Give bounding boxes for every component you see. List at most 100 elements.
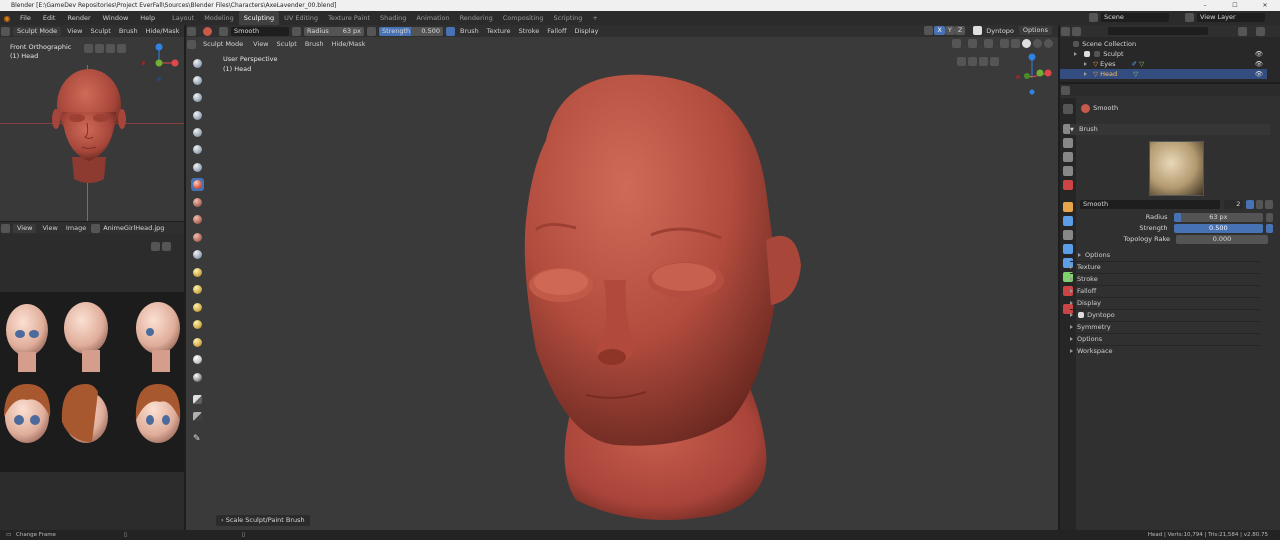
expand-eyes-icon[interactable] bbox=[1084, 62, 1087, 66]
prop-radius-field[interactable]: 63 px bbox=[1173, 212, 1264, 222]
inflate-brush-tool[interactable] bbox=[191, 126, 204, 139]
tab-sculpting[interactable]: Sculpting bbox=[238, 11, 280, 25]
menu-help[interactable]: Help bbox=[134, 11, 161, 25]
tool-menu-falloff[interactable]: Falloff bbox=[543, 25, 570, 37]
tool-menu-brush[interactable]: Brush bbox=[456, 25, 483, 37]
brush-duplicate-icon[interactable] bbox=[1255, 199, 1264, 209]
tab-compositing[interactable]: Compositing bbox=[498, 11, 549, 25]
mirror-z-toggle[interactable]: Z bbox=[954, 26, 966, 35]
section-workspace[interactable]: Workspace bbox=[1070, 345, 1260, 356]
world-tab-icon[interactable] bbox=[1063, 180, 1073, 190]
object-tab-icon[interactable] bbox=[1063, 202, 1073, 212]
image-view-dropdown[interactable]: View bbox=[13, 223, 37, 233]
prop-strength-pressure-icon[interactable] bbox=[1266, 223, 1273, 233]
mask-brush-tool[interactable] bbox=[191, 371, 204, 384]
eyes-visibility-eye-icon[interactable]: 👁 bbox=[1255, 59, 1263, 69]
zoom-icon[interactable] bbox=[117, 44, 126, 53]
clay-strips-tool[interactable] bbox=[191, 91, 204, 104]
camera-icon[interactable] bbox=[95, 44, 104, 53]
flatten-brush-tool[interactable] bbox=[191, 196, 204, 209]
tool-menu-stroke[interactable]: Stroke bbox=[515, 25, 544, 37]
menu-edit[interactable]: Edit bbox=[37, 11, 62, 25]
simplify-brush-tool[interactable] bbox=[191, 353, 204, 366]
small-navigation-gizmo[interactable] bbox=[142, 41, 182, 85]
outliner-scene-collection[interactable]: Scene Collection bbox=[1060, 39, 1267, 49]
add-workspace-button[interactable]: + bbox=[587, 11, 602, 25]
image-editor[interactable]: View View Image AnimeGirlHead.jpg bbox=[0, 222, 184, 530]
thumb-brush-tool[interactable] bbox=[191, 301, 204, 314]
dyntopo-checkbox[interactable] bbox=[973, 26, 983, 35]
mirror-y-toggle[interactable]: Y bbox=[944, 26, 955, 35]
tool-options-dropdown[interactable]: Options bbox=[1018, 26, 1052, 35]
camera-view-icon[interactable] bbox=[968, 57, 977, 66]
small-menu-view[interactable]: View bbox=[63, 25, 86, 37]
menu-sculpt[interactable]: Sculpt bbox=[273, 38, 301, 50]
image-menu-view[interactable]: View bbox=[38, 222, 61, 234]
view-layer-tab-icon[interactable] bbox=[1063, 152, 1073, 162]
outliner-item-head[interactable]: ▽ Head ▽ 👁 bbox=[1060, 69, 1267, 79]
gizmo-toggle-icon[interactable] bbox=[968, 39, 977, 48]
annotate-tool[interactable]: ✎ bbox=[191, 433, 204, 446]
strength-field[interactable]: Strength 0.500 bbox=[379, 26, 443, 36]
image-zoom-icon[interactable] bbox=[162, 242, 171, 251]
small-3d-viewport[interactable]: Sculpt Mode View Sculpt Brush Hide/Mask … bbox=[0, 25, 184, 221]
section-texture[interactable]: Texture bbox=[1070, 261, 1260, 272]
section-display[interactable]: Display bbox=[1070, 297, 1260, 308]
blob-brush-tool[interactable] bbox=[191, 143, 204, 156]
image-editor-type-icon[interactable] bbox=[1, 223, 10, 233]
minimize-button[interactable]: – bbox=[1190, 0, 1220, 11]
editor-type-icon[interactable] bbox=[1, 26, 10, 36]
prop-topology-rake-field[interactable]: 0.000 bbox=[1176, 234, 1268, 244]
expand-head-icon[interactable] bbox=[1084, 72, 1087, 76]
small-menu-sculpt[interactable]: Sculpt bbox=[87, 25, 115, 37]
blender-logo-icon[interactable]: ◉ bbox=[0, 14, 14, 23]
brush-options-subpanel[interactable]: Options bbox=[1078, 250, 1268, 261]
brush-shield-icon[interactable] bbox=[1246, 199, 1254, 209]
section-dyntopo[interactable]: Dyntopo bbox=[1070, 309, 1260, 320]
scene-icon[interactable] bbox=[1089, 13, 1098, 22]
clay-brush-tool[interactable] bbox=[191, 74, 204, 87]
tool-tab-icon[interactable] bbox=[1063, 104, 1073, 114]
brush-name-field[interactable]: Smooth bbox=[231, 26, 289, 36]
hand-pan-icon[interactable] bbox=[106, 44, 115, 53]
viewport-hand-pan-icon[interactable] bbox=[979, 57, 988, 66]
grid-icon[interactable] bbox=[84, 44, 93, 53]
view-layer-icon[interactable] bbox=[1185, 13, 1194, 22]
close-window-button[interactable]: ✕ bbox=[1250, 0, 1280, 11]
prop-strength-field[interactable]: 0.500 bbox=[1173, 223, 1264, 233]
pinch-brush-tool[interactable] bbox=[191, 248, 204, 261]
dyntopo-section-checkbox[interactable] bbox=[1078, 312, 1084, 318]
last-operation-panel[interactable]: › Scale Sculpt/Paint Brush bbox=[216, 515, 310, 526]
fill-brush-tool[interactable] bbox=[191, 213, 204, 226]
menu-brush[interactable]: Brush bbox=[301, 38, 328, 50]
scene-selector[interactable]: Scene bbox=[1101, 13, 1169, 22]
outliner-display-mode-icon[interactable] bbox=[1072, 26, 1081, 36]
brush-section-header[interactable]: ▼ Brush bbox=[1070, 124, 1270, 135]
brush-browse-icon[interactable] bbox=[219, 26, 228, 36]
image-hand-pan-icon[interactable] bbox=[151, 242, 160, 251]
outliner-search-input[interactable] bbox=[1108, 27, 1208, 35]
layer-brush-tool[interactable] bbox=[191, 109, 204, 122]
tool-menu-display[interactable]: Display bbox=[570, 25, 602, 37]
scene-tab-icon[interactable] bbox=[1063, 166, 1073, 176]
sculpt-checkbox-icon[interactable] bbox=[1084, 51, 1091, 57]
tool-menu-texture[interactable]: Texture bbox=[483, 25, 515, 37]
outliner-new-collection-icon[interactable] bbox=[1256, 26, 1265, 36]
object-types-icon[interactable] bbox=[952, 39, 961, 48]
outliner-filter-icon[interactable] bbox=[1238, 26, 1247, 36]
mode-dropdown[interactable]: Sculpt Mode bbox=[199, 39, 248, 49]
box-hide-tool[interactable] bbox=[191, 410, 204, 423]
modifier-tab-icon[interactable] bbox=[1063, 216, 1073, 226]
maximize-button[interactable]: ☐ bbox=[1220, 0, 1250, 11]
tab-shading[interactable]: Shading bbox=[375, 11, 411, 25]
section-stroke[interactable]: Stroke bbox=[1070, 273, 1260, 284]
small-menu-hide-mask[interactable]: Hide/Mask bbox=[142, 25, 184, 37]
outliner-editor-type-icon[interactable] bbox=[1061, 26, 1070, 36]
crease-brush-tool[interactable] bbox=[191, 161, 204, 174]
small-menu-brush[interactable]: Brush bbox=[115, 25, 142, 37]
brush-preview-icon[interactable] bbox=[203, 26, 212, 36]
xray-toggle-icon[interactable] bbox=[1000, 39, 1009, 48]
viewport-zoom-icon[interactable] bbox=[990, 57, 999, 66]
radius-field[interactable]: Radius 63 px bbox=[304, 26, 364, 36]
section-falloff[interactable]: Falloff bbox=[1070, 285, 1260, 296]
